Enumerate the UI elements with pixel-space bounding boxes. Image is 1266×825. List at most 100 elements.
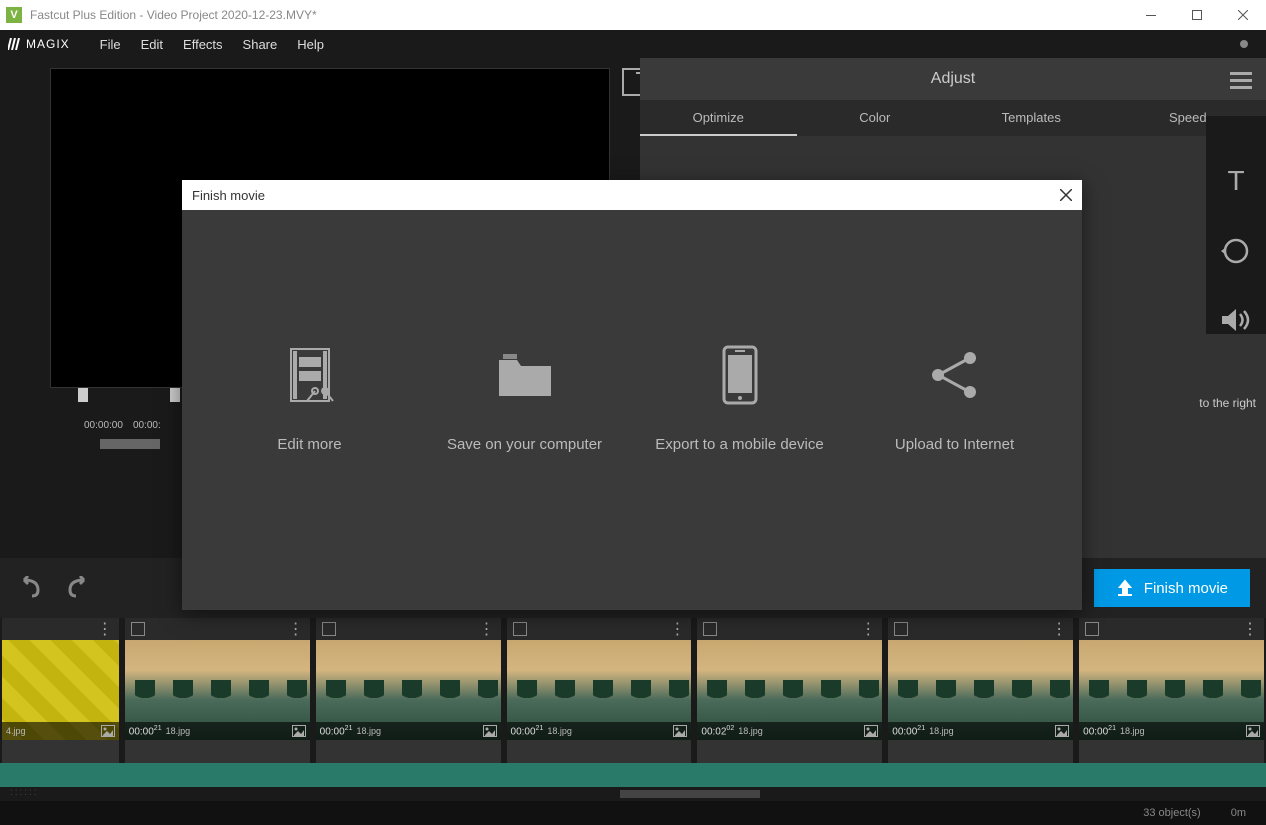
tab-color[interactable]: Color	[797, 100, 954, 136]
menu-edit[interactable]: Edit	[131, 33, 173, 56]
clip-timecode: 00:0021	[320, 725, 353, 737]
menu-help[interactable]: Help	[287, 33, 334, 56]
maximize-button[interactable]	[1174, 0, 1220, 30]
clip-checkbox[interactable]	[703, 622, 717, 636]
app-icon: V	[6, 7, 22, 23]
finish-movie-button[interactable]: Finish movie	[1094, 569, 1250, 607]
menu-effects[interactable]: Effects	[173, 33, 233, 56]
clip-item[interactable]: ⋮00:002118.jpg	[507, 618, 692, 763]
image-type-icon	[1055, 725, 1069, 737]
undo-button[interactable]	[16, 576, 44, 600]
dialog-title: Finish movie	[192, 188, 265, 203]
image-type-icon	[101, 725, 115, 737]
option-label: Save on your computer	[447, 435, 602, 455]
window-title: Fastcut Plus Edition - Video Project 202…	[30, 8, 1128, 22]
menu-bar: MAGIX File Edit Effects Share Help	[0, 30, 1266, 58]
clip-checkbox[interactable]	[894, 622, 908, 636]
option-edit-more[interactable]: Edit more	[220, 345, 400, 455]
clip-thumbnail[interactable]: 00:0021 18.jpg	[125, 640, 310, 740]
clip-item[interactable]: ⋮ 4.jpg	[2, 618, 119, 763]
clip-menu-button[interactable]: ⋮	[97, 619, 113, 639]
option-label: Edit more	[277, 435, 341, 455]
text-tool-icon[interactable]: T	[1221, 166, 1251, 196]
clip-item[interactable]: ⋮ 00:0021 18.jpg	[125, 618, 310, 763]
option-label: Export to a mobile device	[655, 435, 823, 455]
clip-menu-button[interactable]: ⋮	[860, 619, 876, 639]
mobile-icon	[722, 345, 758, 405]
clip-thumbnail[interactable]: 00:002118.jpg	[507, 640, 692, 740]
clip-thumbnail[interactable]: 00:0021 18.jpg	[888, 640, 1073, 740]
clip-thumbnail[interactable]: 4.jpg	[2, 640, 119, 740]
clip-filename: 4.jpg	[6, 726, 26, 736]
dialog-close-button[interactable]	[1060, 189, 1072, 201]
clip-checkbox[interactable]	[1085, 622, 1099, 636]
clip-filename: 18.jpg	[356, 726, 381, 736]
scrollbar-thumb[interactable]	[620, 790, 760, 798]
image-type-icon	[292, 725, 306, 737]
clip-filename: 18.jpg	[166, 726, 191, 736]
clip-filename: 18.jpg	[929, 726, 954, 736]
clip-thumbnail[interactable]: 00:0021 18.jpg	[1079, 640, 1264, 740]
status-bar: 33 object(s) 0m	[0, 801, 1266, 825]
menu-file[interactable]: File	[90, 33, 131, 56]
clip-timecode: 00:0021	[129, 725, 162, 737]
option-export-mobile[interactable]: Export to a mobile device	[650, 345, 830, 455]
clip-thumbnail[interactable]: 00:002118.jpg	[316, 640, 501, 740]
upload-icon	[1116, 579, 1134, 597]
clip-checkbox[interactable]	[131, 622, 145, 636]
clip-filename: 18.jpg	[547, 726, 572, 736]
clip-item[interactable]: ⋮ 00:0021 18.jpg	[1079, 618, 1264, 763]
horizontal-scrollbar[interactable]	[0, 787, 1266, 801]
tab-templates[interactable]: Templates	[953, 100, 1110, 136]
option-upload-internet[interactable]: Upload to Internet	[865, 345, 1045, 455]
svg-text:T: T	[1227, 166, 1244, 196]
hint-text: to the right	[1199, 396, 1256, 410]
option-save-computer[interactable]: Save on your computer	[435, 345, 615, 455]
clip-checkbox[interactable]	[322, 622, 336, 636]
volume-tool-icon[interactable]	[1220, 306, 1252, 334]
status-indicator	[1240, 40, 1248, 48]
revert-tool-icon[interactable]	[1221, 236, 1251, 266]
clip-timecode: 00:0021	[511, 725, 544, 737]
clip-filename: 18.jpg	[738, 726, 763, 736]
timecode: 00:00:00	[84, 420, 123, 431]
clip-thumbnail[interactable]: 00:020218.jpg	[697, 640, 882, 740]
tab-optimize[interactable]: Optimize	[640, 100, 797, 136]
option-label: Upload to Internet	[895, 435, 1014, 455]
clip-timecode: 00:0021	[892, 725, 925, 737]
film-edit-icon	[285, 345, 335, 405]
timecode: 00:00:	[133, 420, 161, 431]
folder-icon	[497, 345, 553, 405]
brand-logo: MAGIX	[8, 37, 70, 51]
resize-grip[interactable]: ::::::	[10, 787, 39, 798]
image-type-icon	[864, 725, 878, 737]
clip-item[interactable]: ⋮00:020218.jpg	[697, 618, 882, 763]
range-handle-right[interactable]	[170, 388, 180, 402]
clip-menu-button[interactable]: ⋮	[1242, 619, 1258, 639]
clip-menu-button[interactable]: ⋮	[669, 619, 685, 639]
clip-filename: 18.jpg	[1120, 726, 1145, 736]
clip-timecode: 00:0021	[1083, 725, 1116, 737]
clip-menu-button[interactable]: ⋮	[288, 619, 304, 639]
memory-status: 0m	[1231, 807, 1246, 819]
redo-button[interactable]	[64, 576, 92, 600]
minimize-button[interactable]	[1128, 0, 1174, 30]
image-type-icon	[1246, 725, 1260, 737]
clip-menu-button[interactable]: ⋮	[1051, 619, 1067, 639]
zoom-slider[interactable]	[100, 439, 160, 449]
image-type-icon	[673, 725, 687, 737]
menu-share[interactable]: Share	[233, 33, 288, 56]
close-button[interactable]	[1220, 0, 1266, 30]
share-icon	[930, 345, 980, 405]
clip-item[interactable]: ⋮ 00:0021 18.jpg	[888, 618, 1073, 763]
window-titlebar: V Fastcut Plus Edition - Video Project 2…	[0, 0, 1266, 30]
panel-menu-button[interactable]	[1230, 68, 1252, 93]
clip-item[interactable]: ⋮00:002118.jpg	[316, 618, 501, 763]
image-type-icon	[483, 725, 497, 737]
range-handle-left[interactable]	[78, 388, 88, 402]
clip-checkbox[interactable]	[513, 622, 527, 636]
clip-strip: ⋮4.jpg⋮00:002118.jpg⋮00:002118.jpg⋮00:00…	[0, 618, 1266, 763]
finish-movie-dialog: Finish movie Edit more Save on your comp…	[182, 180, 1082, 610]
clip-menu-button[interactable]: ⋮	[479, 619, 495, 639]
audio-track[interactable]	[0, 763, 1266, 787]
